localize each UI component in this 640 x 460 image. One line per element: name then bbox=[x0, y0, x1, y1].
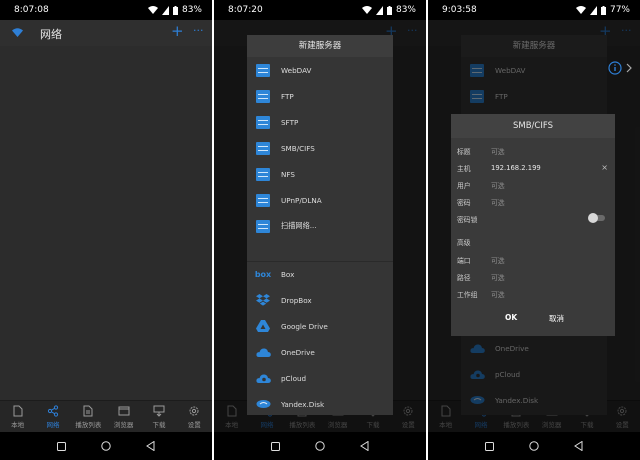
status-time: 9:03:58 bbox=[442, 5, 477, 15]
signal-icon bbox=[589, 5, 597, 15]
server-option-nfs[interactable]: NFS bbox=[247, 161, 393, 187]
status-time: 8:07:20 bbox=[228, 5, 263, 15]
home-icon[interactable] bbox=[315, 441, 325, 451]
battery-level: 77% bbox=[609, 5, 630, 15]
network-icon bbox=[12, 28, 23, 37]
server-icon bbox=[256, 63, 270, 77]
smb-dialog-title: SMB/CIFS bbox=[451, 114, 615, 138]
cloud-option-box[interactable]: box Box bbox=[247, 261, 393, 287]
info-icon[interactable] bbox=[608, 61, 622, 75]
server-option-webdav[interactable]: WebDAV bbox=[247, 57, 393, 83]
nav-playlist[interactable]: 播放列表 bbox=[71, 401, 106, 432]
wifi-status-icon bbox=[147, 6, 158, 14]
add-icon[interactable]: + bbox=[171, 22, 184, 40]
field-workgroup[interactable]: 工作组 可选 bbox=[451, 285, 615, 302]
nav-network[interactable]: 网络 bbox=[35, 401, 70, 432]
field-user[interactable]: 用户 可选 bbox=[451, 176, 615, 193]
cloud-option-onedrive[interactable]: OneDrive bbox=[247, 339, 393, 365]
signal-icon bbox=[161, 5, 169, 15]
share-icon bbox=[47, 404, 59, 417]
wifi-status-icon bbox=[575, 6, 586, 14]
download-icon bbox=[153, 405, 165, 417]
recents-icon[interactable] bbox=[485, 441, 495, 451]
recents-icon[interactable] bbox=[57, 441, 67, 451]
wifi-status-icon bbox=[361, 6, 372, 14]
server-icon bbox=[256, 193, 270, 207]
clear-icon[interactable]: × bbox=[601, 163, 608, 172]
home-icon[interactable] bbox=[101, 441, 111, 451]
server-icon bbox=[256, 219, 270, 233]
server-icon bbox=[256, 89, 270, 103]
recents-icon[interactable] bbox=[271, 441, 281, 451]
new-server-dialog: 新建服务器 WebDAV FTP SFTP SMB/CIFS NFS UPnP/… bbox=[247, 35, 393, 415]
gear-icon bbox=[189, 406, 199, 415]
page-title: 网络 bbox=[40, 28, 62, 41]
browser-icon bbox=[118, 406, 130, 415]
field-host[interactable]: 主机 192.168.2.199 × bbox=[451, 159, 615, 176]
file-icon bbox=[13, 405, 23, 416]
field-password-lock: 密码锁 bbox=[451, 210, 615, 227]
status-bar: 8:07:20 83% bbox=[214, 0, 426, 20]
cloud-option-yandex[interactable]: Yandex.Disk bbox=[247, 391, 393, 417]
cloud-option-dropbox[interactable]: DropBox bbox=[247, 287, 393, 313]
nav-browser[interactable]: 浏览器 bbox=[106, 401, 141, 432]
google-drive-icon bbox=[256, 320, 270, 332]
smb-dialog: SMB/CIFS 标题 可选 主机 192.168.2.199 × 用户 可选 密码 可选… bbox=[451, 114, 615, 336]
field-password[interactable]: 密码 可选 bbox=[451, 193, 615, 210]
back-icon[interactable] bbox=[145, 441, 155, 451]
status-time: 8:07:08 bbox=[14, 5, 49, 15]
network-content bbox=[0, 46, 212, 400]
status-bar: 9:03:58 77% bbox=[428, 0, 640, 20]
battery-level: 83% bbox=[181, 5, 202, 15]
status-bar: 8:07:08 83% bbox=[0, 0, 212, 20]
cloud-option-pcloud[interactable]: pCloud bbox=[247, 365, 393, 391]
playlist-icon bbox=[83, 405, 93, 416]
system-nav bbox=[428, 432, 640, 460]
back-icon[interactable] bbox=[573, 441, 583, 451]
battery-icon bbox=[172, 5, 178, 15]
pcloud-icon bbox=[255, 374, 271, 383]
onedrive-icon bbox=[255, 348, 271, 357]
server-option-sftp[interactable]: SFTP bbox=[247, 109, 393, 135]
battery-icon bbox=[386, 5, 392, 15]
server-icon bbox=[256, 141, 270, 155]
ok-button[interactable]: OK bbox=[505, 313, 517, 322]
battery-icon bbox=[600, 5, 606, 15]
field-title[interactable]: 标题 可选 bbox=[451, 142, 615, 159]
field-path[interactable]: 路径 可选 bbox=[451, 268, 615, 285]
app-bar: 网络 + ··· bbox=[0, 20, 212, 46]
signal-icon bbox=[375, 5, 383, 15]
more-icon[interactable]: ··· bbox=[193, 24, 204, 37]
server-icon bbox=[256, 167, 270, 181]
cancel-button[interactable]: 取消 bbox=[549, 313, 564, 324]
chevron-right-icon[interactable] bbox=[626, 63, 632, 73]
box-logo-icon: box bbox=[254, 269, 272, 279]
yandex-disk-icon bbox=[256, 400, 270, 408]
battery-level: 83% bbox=[395, 5, 416, 15]
nav-settings[interactable]: 设置 bbox=[177, 401, 212, 432]
password-lock-toggle[interactable] bbox=[588, 213, 605, 223]
field-port[interactable]: 端口 可选 bbox=[451, 251, 615, 268]
server-icon bbox=[256, 115, 270, 129]
dropbox-icon bbox=[256, 294, 270, 306]
bottom-nav: 本地 网络 播放列表 浏览器 下载 设置 bbox=[0, 400, 212, 432]
phone-panel-new-server: 8:07:20 83% + ··· 本地 网络 播放列表 浏览器 下载 设置 新… bbox=[214, 0, 426, 460]
dialog-title: 新建服务器 bbox=[247, 35, 393, 57]
phone-panel-smb: 9:03:58 77% + ··· 本地 网络 播放列表 浏览器 下载 设置 新… bbox=[428, 0, 640, 460]
section-advanced: 高级 bbox=[457, 238, 471, 247]
phone-panel-network: 8:07:08 83% 网络 + ··· 本地 网络 播放列表 浏览器 下载 设… bbox=[0, 0, 212, 460]
server-option-upnp[interactable]: UPnP/DLNA bbox=[247, 187, 393, 213]
home-icon[interactable] bbox=[529, 441, 539, 451]
system-nav bbox=[0, 432, 212, 460]
server-option-scan[interactable]: 扫描网络... bbox=[247, 213, 393, 239]
back-icon[interactable] bbox=[359, 441, 369, 451]
server-option-smb[interactable]: SMB/CIFS bbox=[247, 135, 393, 161]
cloud-option-google-drive[interactable]: Google Drive bbox=[247, 313, 393, 339]
server-option-ftp[interactable]: FTP bbox=[247, 83, 393, 109]
nav-local[interactable]: 本地 bbox=[0, 401, 35, 432]
nav-download[interactable]: 下载 bbox=[141, 401, 176, 432]
system-nav bbox=[214, 432, 426, 460]
